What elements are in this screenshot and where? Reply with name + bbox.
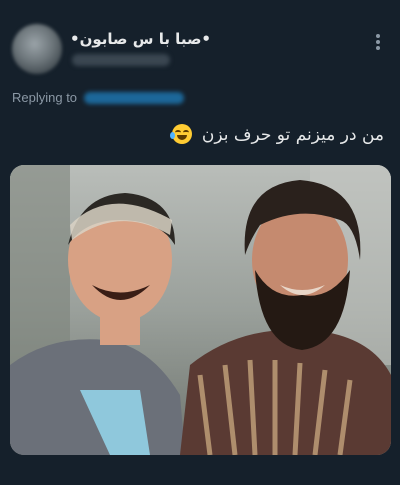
more-options-button[interactable] — [368, 30, 388, 54]
post-image[interactable] — [10, 165, 391, 455]
author-handle-blurred[interactable] — [72, 54, 170, 66]
post-image-illustration — [10, 165, 391, 455]
post-text-content: من در میزنم تو حرف بزن — [201, 125, 384, 145]
author-name[interactable]: •صبا با س صابون• — [70, 30, 211, 48]
replying-to-handle-blurred[interactable] — [84, 92, 184, 104]
avatar[interactable] — [12, 24, 62, 74]
more-vertical-icon — [376, 34, 380, 50]
post-header: •صبا با س صابون• — [0, 0, 400, 88]
replying-to-label: Replying to — [12, 90, 78, 105]
post-text: من در میزنم تو حرف بزن — [170, 124, 384, 145]
face-with-tears-of-joy-icon — [170, 124, 193, 144]
